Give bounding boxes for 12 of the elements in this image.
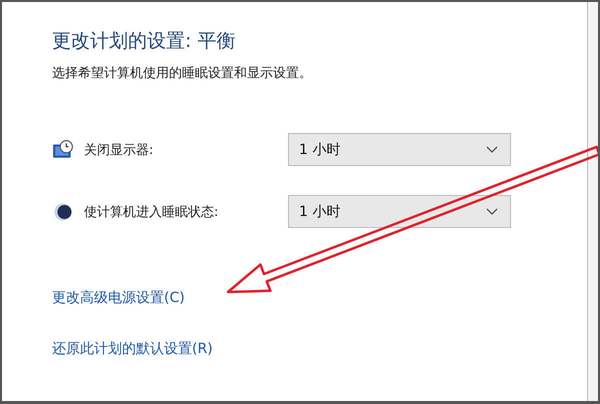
- chevron-down-icon: [486, 208, 498, 216]
- page-title: 更改计划的设置: 平衡: [52, 29, 236, 54]
- setting-label: 关闭显示器:: [84, 142, 154, 158]
- monitor-clock-icon: [52, 140, 74, 160]
- chevron-down-icon: [486, 146, 498, 154]
- link[interactable]: 更改高级电源设置(C): [52, 289, 185, 307]
- link[interactable]: 还原此计划的默认设置(R): [52, 340, 213, 358]
- moon-icon: [52, 202, 74, 222]
- dropdown[interactable]: 1 小时: [288, 133, 511, 166]
- dropdown[interactable]: 1 小时: [288, 195, 511, 228]
- description-text: 选择希望计算机使用的睡眠设置和显示设置。: [52, 65, 313, 82]
- setting-label: 使计算机进入睡眠状态:: [84, 204, 218, 220]
